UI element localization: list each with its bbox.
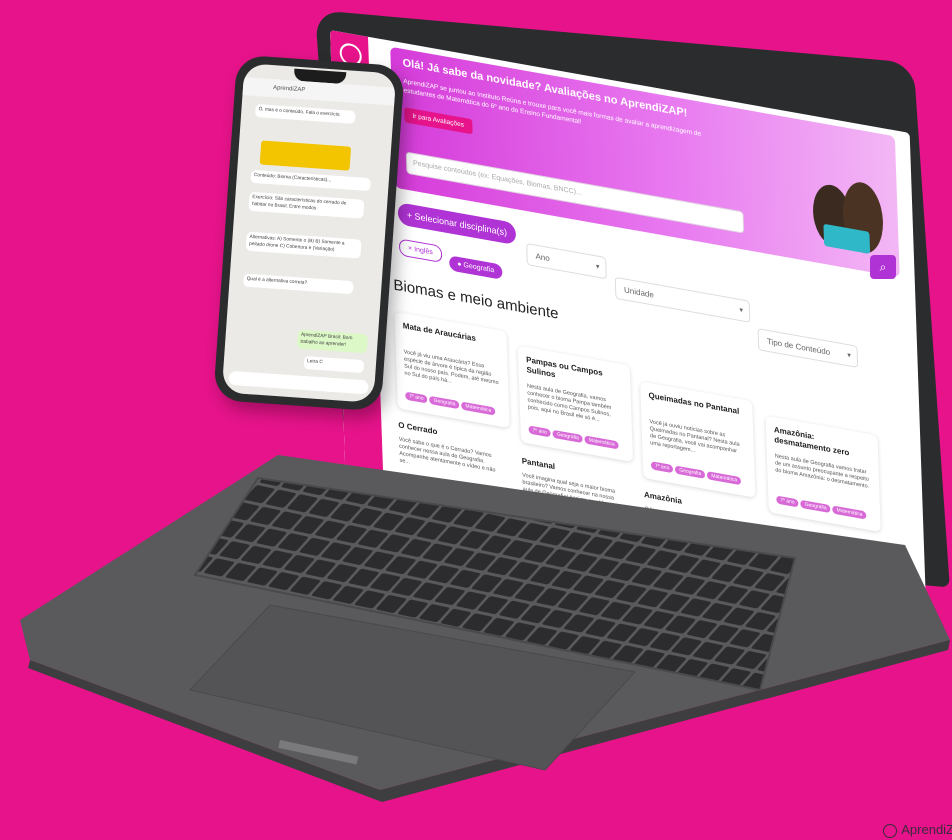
list-item-text: Você sabe o que é o Cerrado? Vamos conhe… (398, 436, 496, 474)
content-card[interactable]: Pampas ou Campos Sulinos Nesta aula de G… (517, 345, 634, 463)
tag: Matemática (461, 401, 496, 416)
content-type-select[interactable]: Tipo de Conteúdo ▾ (757, 328, 859, 368)
chevron-down-icon: ▾ (739, 306, 744, 315)
chat-bubble: AprendiZAP Brasil: Bom trabalho ao apren… (296, 329, 369, 354)
go-to-assessments-button[interactable]: Ir para Avaliações (404, 107, 473, 135)
tag: Matemática (707, 471, 742, 486)
chat-bubble: Ó, mas é o conteúdo. Fala o exercício. (254, 103, 356, 124)
brand-name: AprendiZ (901, 822, 952, 838)
chip-ingles[interactable]: × Inglês (398, 238, 443, 264)
tag: Geografia (552, 429, 584, 444)
list-item-text: O bioma que vamos estudar nessa aula de … (644, 506, 744, 544)
search-button[interactable]: ⌕ (870, 255, 896, 279)
trackpad (189, 604, 636, 771)
phone-screen: AprendiZAP Ó, mas é o conteúdo. Fala o e… (221, 63, 397, 403)
message-input[interactable] (228, 370, 369, 395)
chat-bubble: Alternativas: A) Somente o (B) B) Soment… (245, 231, 362, 259)
tag: 7º ano (528, 425, 552, 438)
list-item-title[interactable]: O Cerrado (398, 420, 437, 436)
list-item-title[interactable]: Pantanal (522, 456, 556, 471)
tag: 7º ano (650, 461, 674, 474)
unit-select[interactable]: Unidade ▾ (614, 276, 751, 323)
chip-geografia[interactable]: ● Geografia (449, 255, 503, 280)
chip-label: Inglês (414, 246, 433, 257)
tag: Geografia (675, 465, 706, 479)
tag: Geografia (800, 499, 831, 514)
card-tags: 7º anoGeografiaMatemática (776, 487, 869, 521)
content-card[interactable]: Queimadas no Pantanal Você já ouviu notí… (640, 381, 756, 498)
list-item-title[interactable]: Amazônia (644, 490, 682, 506)
list-item-text: Nesta aula de Geografia vamos conhecer o… (769, 542, 861, 578)
content-card[interactable]: Mata de Araucárias Você já viu uma Arauc… (394, 311, 510, 429)
chat-bubble: Qual é a alternativa correta? (243, 273, 354, 294)
video-thumbnail[interactable] (259, 140, 352, 171)
select-discipline-button[interactable]: + Selecionar disciplina(s) (397, 202, 517, 246)
card-title: Mata de Araucárias (402, 321, 477, 344)
content-card[interactable]: Amazônia: desmatamento zero Nesta aula d… (765, 415, 881, 533)
list-item-text: Você imagina qual seja o maior bioma bra… (522, 472, 616, 509)
brand-logo: AprendiZ (883, 822, 952, 838)
content-type-select-label: Tipo de Conteúdo (766, 336, 831, 358)
tag: Geografia (429, 395, 460, 410)
unit-select-label: Unidade (623, 285, 655, 300)
tag: 7º ano (405, 391, 428, 404)
tag: Matemática (584, 435, 619, 450)
year-select-label: Ano (535, 251, 550, 264)
chip-label: Geografia (463, 261, 495, 275)
chevron-down-icon: ▾ (847, 352, 851, 360)
chat-bubble: Conteúdo: Bioma (Características)... (250, 169, 371, 191)
chat-bubble: Letra C (303, 355, 365, 373)
logo-icon (883, 824, 898, 838)
card-title: Queimadas no Pantanal (648, 390, 740, 416)
tag: Matemática (832, 505, 867, 520)
tag: 7º ano (776, 495, 799, 508)
chevron-down-icon: ▾ (595, 263, 600, 272)
chat-header: AprendiZAP (242, 77, 396, 106)
list-item-title[interactable]: Mata Atlântica (769, 526, 823, 545)
chat-bubble: Exercício: São características do cerrad… (248, 191, 365, 219)
smartphone: AprendiZAP Ó, mas é o conteúdo. Fala o e… (213, 54, 405, 412)
year-select[interactable]: Ano ▾ (526, 242, 607, 280)
